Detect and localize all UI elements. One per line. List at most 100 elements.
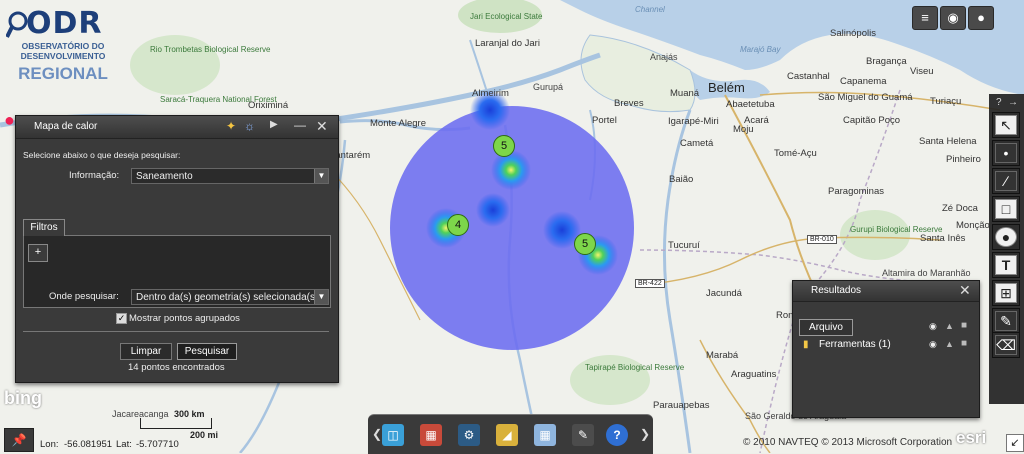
cluster-marker[interactable]: 4: [447, 214, 469, 236]
highway-shield: BR-422: [635, 279, 665, 288]
help-app-icon[interactable]: ?: [606, 424, 628, 446]
folder-label[interactable]: Ferramentas (1): [819, 339, 891, 350]
results-panel-header[interactable]: Resultados ✕: [793, 281, 979, 302]
dock-right-arrow[interactable]: ❯: [640, 427, 650, 441]
logo-line3: REGIONAL: [18, 64, 108, 83]
trash-icon[interactable]: ■: [961, 338, 967, 349]
clear-button[interactable]: Limpar: [120, 343, 172, 360]
scale-mi: 200 mi: [190, 430, 219, 440]
tools-app-icon[interactable]: ⚙: [458, 424, 480, 446]
map-city-label: Portel: [592, 115, 617, 126]
user-button[interactable]: ●: [968, 6, 994, 30]
show-grouped-checkbox[interactable]: ✓: [116, 313, 127, 324]
heatmap-panel-title: Mapa de calor: [34, 121, 98, 132]
arrow-right-icon[interactable]: →: [1008, 97, 1018, 108]
globe-button[interactable]: ◉: [940, 6, 966, 30]
scale-bar: [140, 418, 212, 429]
map-city-label: Turiaçu: [930, 96, 962, 107]
map-city-label: Monte Alegre: [370, 118, 426, 129]
eraser-tool[interactable]: ⌫: [992, 332, 1020, 358]
pen-icon: ✎: [995, 311, 1017, 331]
map-city-label: Marabá: [706, 350, 739, 361]
map-city-label: Cametá: [680, 138, 714, 149]
map-app-icon[interactable]: ◢: [496, 424, 518, 446]
trash-icon[interactable]: ■: [961, 320, 967, 331]
line-tool[interactable]: ∕: [992, 168, 1020, 194]
close-icon[interactable]: ✕: [316, 119, 328, 133]
globe-icon: ◉: [947, 10, 959, 25]
info-label: Informação:: [69, 170, 120, 181]
heat-spot: [476, 193, 510, 227]
point-icon: •: [995, 143, 1017, 163]
database-app-icon[interactable]: ◫: [382, 424, 404, 446]
close-icon[interactable]: ✕: [959, 283, 971, 297]
where-select[interactable]: Dentro da(s) geometria(s) selecionada(s)…: [131, 289, 329, 305]
logo-acronym: ODR: [26, 6, 103, 41]
map-water-label: Marajó Bay: [740, 45, 781, 54]
circle-tool[interactable]: ●: [992, 224, 1020, 250]
search-button[interactable]: Pesquisar: [177, 343, 237, 360]
minimize-icon[interactable]: —: [294, 118, 306, 132]
eye-icon[interactable]: ◉: [929, 339, 937, 350]
copyright: © 2010 NAVTEQ © 2013 Microsoft Corporati…: [743, 437, 953, 448]
text-icon: T: [995, 255, 1017, 275]
file-button[interactable]: Arquivo: [799, 319, 853, 336]
play-icon[interactable]: ▶: [270, 119, 278, 130]
where-select-value: Dentro da(s) geometria(s) selecionada(s): [136, 292, 319, 303]
lon-label: Lon:: [40, 439, 59, 450]
pencil-app-icon[interactable]: ✎: [572, 424, 594, 446]
map-reserve-label: Saracá-Traquera National Forest: [160, 95, 277, 104]
map-city-label: Baião: [669, 174, 694, 185]
pin-button[interactable]: 📌: [4, 428, 34, 452]
map-water-label: Channel: [635, 5, 665, 14]
info-select-value: Saneamento: [136, 171, 193, 182]
visibility-icon[interactable]: ▲: [945, 339, 954, 349]
thumbnail-icon[interactable]: ▦: [534, 424, 556, 446]
odr-logo: ODR OBSERVATÓRIO DO DESENVOLVIMENTO REGI…: [6, 6, 110, 88]
heatmap-panel-header[interactable]: ● Mapa de calor ✦ ☼ ▶ — ✕: [4, 110, 338, 139]
globe-settings-icon[interactable]: ☼: [244, 119, 255, 133]
map-city-label: Paragominas: [828, 186, 884, 197]
lat-value: -5.707710: [136, 439, 179, 450]
cursor-icon: ↖: [995, 115, 1017, 135]
text-tool[interactable]: T: [992, 252, 1020, 278]
map-city-label: Laranjal do Jari: [475, 38, 540, 49]
cluster-marker[interactable]: 5: [574, 233, 596, 255]
map-city-label: Santa Helena: [919, 136, 977, 147]
map-city-label: Gurupá: [533, 82, 564, 92]
dock-left-arrow[interactable]: ❮: [372, 427, 382, 441]
map-city-label: Zé Doca: [942, 203, 978, 214]
eye-icon[interactable]: ◉: [929, 321, 937, 332]
select-tool[interactable]: ↖: [992, 112, 1020, 138]
fire-icon[interactable]: ✦: [226, 119, 236, 133]
lat-label: Lat:: [116, 439, 132, 450]
point-tool[interactable]: •: [992, 140, 1020, 166]
grid-icon: ⊞: [995, 283, 1017, 303]
heat-spot: [491, 150, 531, 190]
map-reserve-label: Gurupi Biological Reserve: [850, 225, 943, 234]
esri-logo: esri: [956, 428, 987, 447]
help-small-icon[interactable]: ?: [996, 97, 1002, 108]
logo-line2: DESENVOLVIMENTO: [20, 51, 106, 61]
expand-button[interactable]: ↙: [1006, 434, 1024, 452]
pen-tool[interactable]: ✎: [992, 308, 1020, 334]
cluster-marker[interactable]: 5: [493, 135, 515, 157]
map-city-label: Santa Inês: [920, 233, 966, 244]
rectangle-tool[interactable]: □: [992, 196, 1020, 222]
map-city-label: Anajás: [650, 52, 678, 62]
layers-button[interactable]: ≡: [912, 6, 938, 30]
grid-tool[interactable]: ⊞: [992, 280, 1020, 306]
tab-filtros[interactable]: Filtros: [23, 219, 65, 236]
info-select[interactable]: Saneamento ▼: [131, 168, 329, 184]
map-city-label: Tucuruí: [668, 240, 700, 251]
map-city-label: Monção: [956, 220, 990, 231]
map-city-label: Muaná: [670, 88, 700, 99]
map-city-label: Capanema: [840, 76, 887, 87]
charts-app-icon[interactable]: ▦: [420, 424, 442, 446]
map-reserve-label: Tapirapé Biological Reserve: [585, 363, 685, 372]
visibility-icon[interactable]: ▲: [945, 321, 954, 331]
add-filter-button[interactable]: +: [28, 244, 48, 262]
map-city-label: Breves: [614, 98, 644, 109]
app-dock: ❮ ◫ ▦ ⚙ ◢ ▦ ✎ ? ❯: [368, 414, 653, 454]
eraser-icon: ⌫: [995, 335, 1017, 355]
